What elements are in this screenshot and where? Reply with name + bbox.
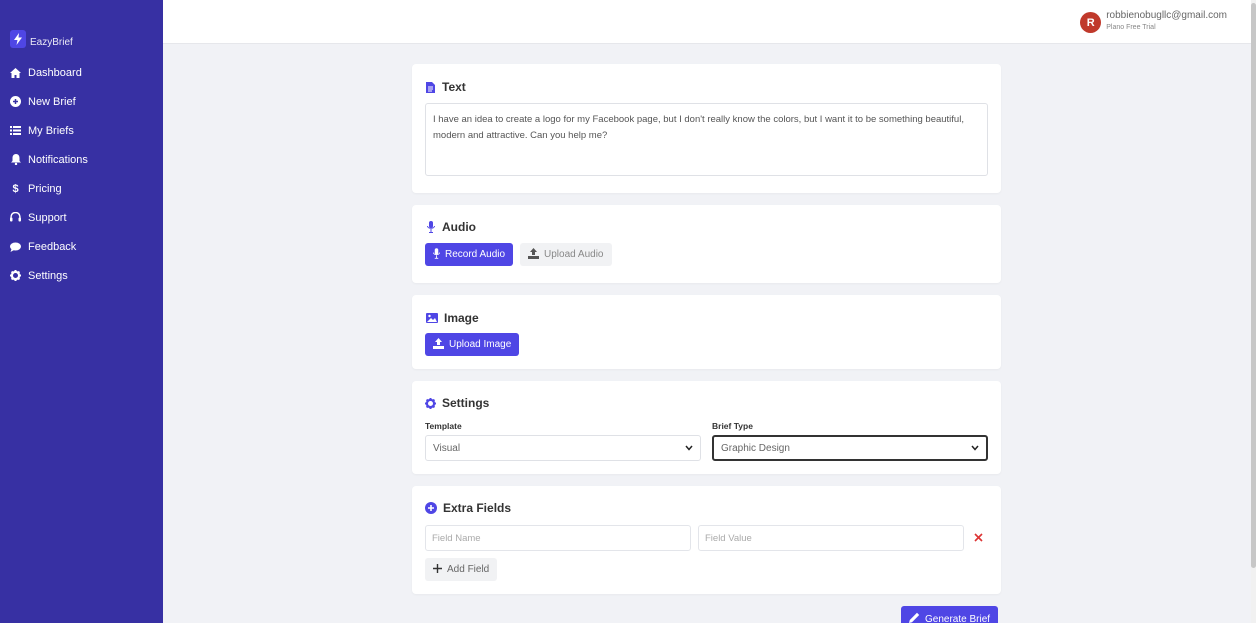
template-select[interactable]: Visual: [425, 435, 701, 461]
gear-icon: [425, 397, 436, 409]
brief-type-select[interactable]: Graphic Design: [712, 435, 988, 461]
headset-icon: [10, 212, 21, 223]
sidebar-item-label: Pricing: [28, 182, 62, 195]
audio-card-title: Audio: [425, 220, 476, 234]
brief-text-input[interactable]: I have an idea to create a logo for my F…: [425, 103, 988, 176]
upload-image-label: Upload Image: [449, 339, 512, 350]
template-label: Template: [425, 421, 462, 431]
scrollbar-thumb[interactable]: [1251, 3, 1256, 568]
brief-type-label: Brief Type: [712, 421, 753, 431]
chevron-down-icon: [971, 443, 979, 453]
sidebar-item-label: Settings: [28, 269, 68, 282]
sidebar-item-label: New Brief: [28, 95, 76, 108]
document-icon: [425, 81, 436, 93]
sidebar-item-label: Dashboard: [28, 66, 82, 79]
sidebar-item-pricing[interactable]: $ Pricing: [0, 174, 163, 203]
pencil-icon: [909, 612, 920, 623]
chevron-down-icon: [685, 443, 693, 453]
image-section-title: Image: [444, 311, 479, 325]
dollar-icon: $: [12, 182, 19, 195]
sidebar-item-label: Support: [28, 211, 67, 224]
extra-fields-title: Extra Fields: [443, 501, 512, 515]
text-card-title: Text: [425, 80, 466, 94]
generate-brief-button[interactable]: Generate Brief: [901, 606, 999, 623]
settings-card-title: Settings: [425, 396, 489, 410]
record-audio-label: Record Audio: [445, 249, 506, 260]
extra-fields-card: Extra Fields Field Name Field Value Add …: [412, 486, 1001, 594]
user-email: robbienobugllc@gmail.com: [1106, 10, 1227, 21]
sidebar-item-label: Notifications: [28, 153, 88, 166]
settings-section-title: Settings: [442, 396, 490, 410]
field-name-input[interactable]: Field Name: [425, 525, 691, 551]
sidebar-item-feedback[interactable]: Feedback: [0, 232, 163, 261]
sidebar-item-settings[interactable]: Settings: [0, 261, 163, 290]
brand-name: EazyBrief: [30, 36, 73, 48]
field-value-input[interactable]: Field Value: [698, 525, 964, 551]
generate-brief-label: Generate Brief: [925, 613, 991, 623]
remove-field-icon[interactable]: [974, 531, 983, 545]
text-card: Text I have an idea to create a logo for…: [412, 64, 1001, 193]
text-section-title: Text: [442, 80, 466, 94]
sidebar-item-label: Feedback: [28, 240, 77, 253]
sidebar-item-notifications[interactable]: Notifications: [0, 145, 163, 174]
top-bar: R robbienobugllc@gmail.com Plano Free Tr…: [163, 0, 1251, 44]
image-card-title: Image: [425, 311, 479, 325]
upload-icon: [528, 247, 539, 262]
sidebar-item-support[interactable]: Support: [0, 203, 163, 232]
add-field-button[interactable]: Add Field: [425, 558, 498, 581]
template-value: Visual: [433, 442, 461, 454]
upload-icon: [433, 337, 444, 352]
brand[interactable]: EazyBrief: [10, 30, 73, 48]
audio-section-title: Audio: [442, 220, 476, 234]
audio-card: Audio Record Audio Upload Audio: [412, 205, 1001, 283]
add-field-label: Add Field: [447, 564, 490, 575]
user-menu[interactable]: R robbienobugllc@gmail.com Plano Free Tr…: [1080, 9, 1227, 33]
lightning-logo-icon: [10, 30, 26, 48]
upload-image-button[interactable]: Upload Image: [425, 333, 520, 356]
user-plan: Plano Free Trial: [1106, 24, 1156, 31]
plus-icon: [433, 563, 442, 576]
home-icon: [10, 67, 21, 78]
bell-icon: [10, 154, 21, 165]
sidebar-item-label: My Briefs: [28, 124, 74, 137]
brief-type-value: Graphic Design: [721, 442, 790, 454]
plus-circle-icon: [425, 502, 437, 514]
image-card: Image Upload Image: [412, 295, 1001, 369]
image-icon: [425, 312, 438, 324]
gear-icon: [10, 270, 21, 281]
settings-card: Settings Template Visual Brief Type Grap…: [412, 381, 1001, 474]
upload-audio-button[interactable]: Upload Audio: [520, 243, 612, 266]
sidebar: EazyBrief Dashboard New Brief My Briefs …: [0, 0, 163, 623]
sidebar-nav: Dashboard New Brief My Briefs Notificati…: [0, 58, 163, 290]
list-icon: [10, 125, 21, 136]
microphone-icon: [433, 247, 440, 262]
upload-audio-label: Upload Audio: [544, 249, 604, 260]
record-audio-button[interactable]: Record Audio: [425, 243, 514, 266]
sidebar-item-my-briefs[interactable]: My Briefs: [0, 116, 163, 145]
comment-icon: [10, 241, 21, 252]
sidebar-item-new-brief[interactable]: New Brief: [0, 87, 163, 116]
microphone-icon: [425, 221, 436, 233]
avatar[interactable]: R: [1080, 12, 1102, 33]
plus-circle-icon: [10, 96, 21, 107]
page-scrollbar[interactable]: [1251, 0, 1256, 623]
extra-fields-card-title: Extra Fields: [425, 501, 511, 515]
sidebar-item-dashboard[interactable]: Dashboard: [0, 58, 163, 87]
